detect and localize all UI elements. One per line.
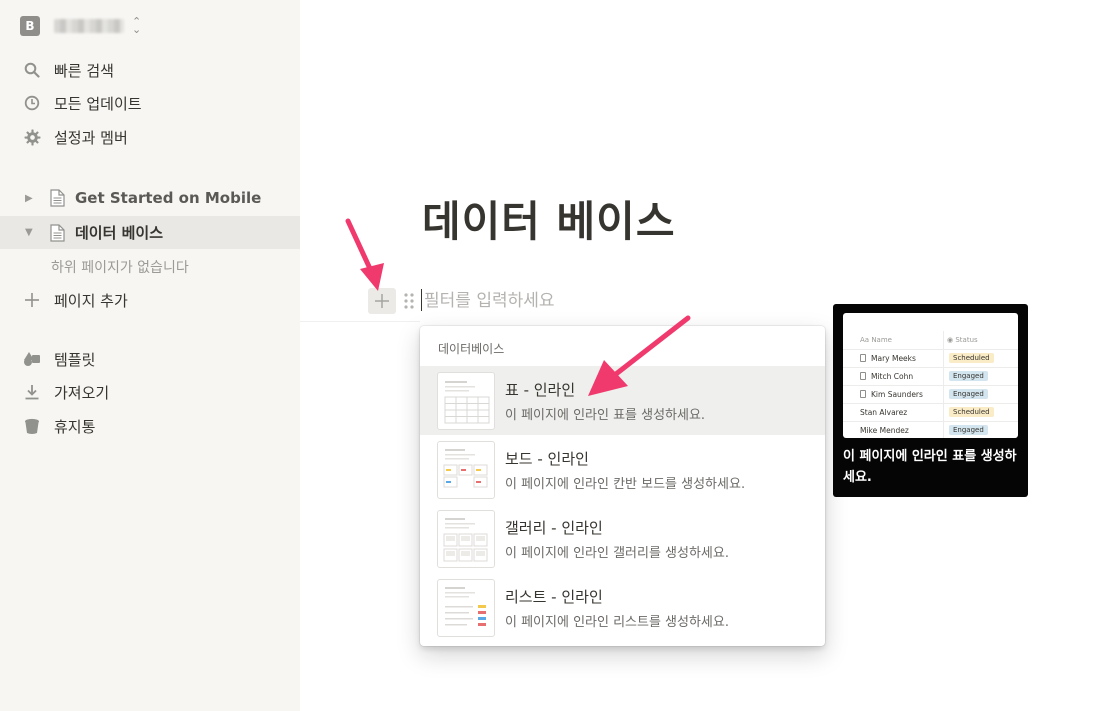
sidebar-page-database[interactable]: ▼ 데이터 베이스 [0,216,300,249]
page-icon [860,354,866,362]
search-icon [23,61,41,79]
table-row: Stan Alvarez Scheduled [843,403,1018,422]
chevron-updown-icon: ⌃ ⌄ [132,15,142,36]
status-badge: Engaged [949,389,988,399]
page-title[interactable]: 데이터 베이스 [422,188,675,249]
menu-item-description: 이 페이지에 인라인 갤러리를 생성하세요. [505,545,729,561]
gear-icon [23,128,41,146]
preview-col-name: Aa Name [860,336,892,344]
sidebar-page-label: 데이터 베이스 [75,224,164,242]
no-subpages-text: 하위 페이지가 없습니다 [51,260,189,276]
preview-caption: 이 페이지에 인라인 표를 생성하세요. [843,449,1017,485]
menu-item-list-inline[interactable]: 리스트 - 인라인 이 페이지에 인라인 리스트를 생성하세요. [420,573,825,642]
menu-item-title: 리스트 - 인라인 [505,587,603,606]
add-page-button[interactable]: 페이지 추가 [0,286,300,314]
menu-item-description: 이 페이지에 인라인 표를 생성하세요. [505,407,706,423]
sidebar: B ⌃ ⌄ 빠른 검색 모든 업데이트 설정과 멤버 ▶ Get Started … [0,0,300,711]
status-badge: Engaged [949,425,988,435]
sidebar-page-get-started[interactable]: ▶ Get Started on Mobile [0,184,300,212]
status-badge: Scheduled [949,353,994,363]
table-thumbnail-icon [437,371,495,430]
table-row: Kim Saunders Engaged [843,385,1018,404]
board-thumbnail-icon [437,440,495,499]
status-badge: Engaged [949,371,988,381]
workspace-avatar: B [20,16,40,36]
page-icon [860,390,866,398]
page-icon [50,223,66,242]
sidebar-item-label: 설정과 멤버 [54,128,128,147]
gallery-thumbnail-icon [437,509,495,568]
table-preview-image: Aa Name ◉ Status Mary Meeks Scheduled Mi… [843,313,1018,438]
sidebar-item-import[interactable]: 가져오기 [0,378,300,406]
list-thumbnail-icon [437,578,495,637]
sidebar-item-label: 모든 업데이트 [54,94,142,113]
workspace-switcher[interactable]: B ⌃ ⌄ [20,14,141,38]
annotation-arrow-icon [588,315,691,396]
menu-item-title: 보드 - 인라인 [505,449,589,468]
menu-item-board-inline[interactable]: 보드 - 인라인 이 페이지에 인라인 칸반 보드를 생성하세요. [420,435,825,504]
annotation-arrow-icon [345,218,384,291]
sidebar-item-trash[interactable]: 휴지통 [0,412,300,440]
shapes-icon [23,350,41,368]
caret-down-icon[interactable]: ▼ [25,227,37,238]
table-row: Mary Meeks Scheduled [843,349,1018,368]
plus-icon [375,294,389,308]
filter-input[interactable] [424,289,724,313]
sidebar-item-templates[interactable]: 템플릿 [0,345,300,373]
text-cursor [421,289,422,311]
divider [300,321,420,322]
sidebar-page-label: Get Started on Mobile [75,189,262,207]
clock-icon [23,94,41,112]
drag-handle-icon[interactable] [403,292,415,310]
sidebar-item-label: 가져오기 [54,383,110,402]
caret-right-icon[interactable]: ▶ [25,193,37,204]
sidebar-item-settings[interactable]: 설정과 멤버 [0,123,300,151]
text-property-icon: Aa [860,336,872,344]
menu-item-description: 이 페이지에 인라인 리스트를 생성하세요. [505,614,729,630]
table-row: Mike Mendez Engaged [843,421,1018,438]
sidebar-item-label: 템플릿 [54,350,96,369]
page-icon [50,189,66,207]
status-badge: Scheduled [949,407,994,417]
sidebar-item-label: 휴지통 [54,417,96,436]
plus-icon [23,291,41,309]
add-page-label: 페이지 추가 [54,291,128,310]
table-preview-tooltip: Aa Name ◉ Status Mary Meeks Scheduled Mi… [833,304,1028,497]
table-row: Mitch Cohn Engaged [843,367,1018,386]
trash-icon [23,417,41,435]
preview-col-status: ◉ Status [947,336,978,344]
download-icon [23,383,41,401]
menu-section-header: 데이터베이스 [438,342,505,356]
menu-item-description: 이 페이지에 인라인 칸반 보드를 생성하세요. [505,476,746,492]
menu-item-title: 갤러리 - 인라인 [505,518,603,537]
sidebar-item-label: 빠른 검색 [54,61,114,80]
menu-item-gallery-inline[interactable]: 갤러리 - 인라인 이 페이지에 인라인 갤러리를 생성하세요. [420,504,825,573]
sidebar-item-all-updates[interactable]: 모든 업데이트 [0,89,300,117]
page-icon [860,372,866,380]
workspace-name-redacted [54,19,124,33]
sidebar-item-quick-search[interactable]: 빠른 검색 [0,56,300,84]
